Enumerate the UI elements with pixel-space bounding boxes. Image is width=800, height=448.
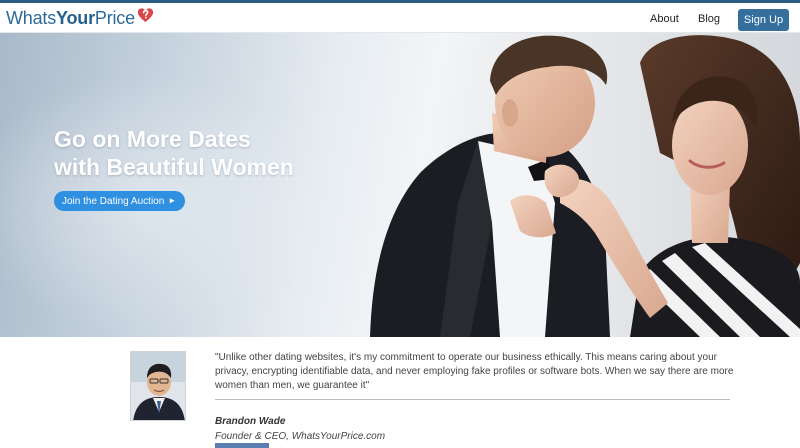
hero-title: Go on More Dates with Beautiful Women: [54, 125, 374, 181]
hero-title-line-1: Go on More Dates: [54, 126, 251, 152]
logo-word-whats: Whats: [6, 7, 57, 28]
logo-word-price: Price: [94, 7, 135, 28]
quote-divider: [215, 399, 730, 400]
cta-label: Join the Dating Auction: [62, 196, 165, 207]
signup-button[interactable]: Sign Up: [738, 9, 789, 31]
testimonial-author-title: Founder & CEO, WhatsYourPrice.com: [215, 431, 386, 442]
nav-blog-link[interactable]: Blog: [698, 13, 720, 25]
play-arrow-icon: ►: [168, 196, 177, 205]
hero-banner: Go on More Dates with Beautiful Women Jo…: [0, 33, 800, 337]
heart-question-icon: [137, 7, 154, 22]
site-logo[interactable]: Whats Your Price: [6, 7, 155, 29]
logo-word-your: Your: [56, 7, 95, 28]
top-navbar: Whats Your Price About Blog Sign Up: [0, 3, 800, 33]
nav-about-link[interactable]: About: [650, 13, 679, 25]
testimonial-quote: "Unlike other dating websites, it's my c…: [215, 352, 734, 391]
testimonial-author-name: Brandon Wade: [215, 416, 286, 427]
founder-testimonial: "Unlike other dating websites, it's my c…: [0, 337, 800, 448]
founder-avatar: [130, 351, 186, 421]
social-badges[interactable]: [215, 443, 269, 448]
hero-title-line-2: with Beautiful Women: [54, 154, 294, 180]
founder-photo: [131, 352, 185, 420]
hero-couple-photo: [370, 33, 800, 337]
join-dating-auction-button[interactable]: Join the Dating Auction ►: [54, 191, 186, 211]
